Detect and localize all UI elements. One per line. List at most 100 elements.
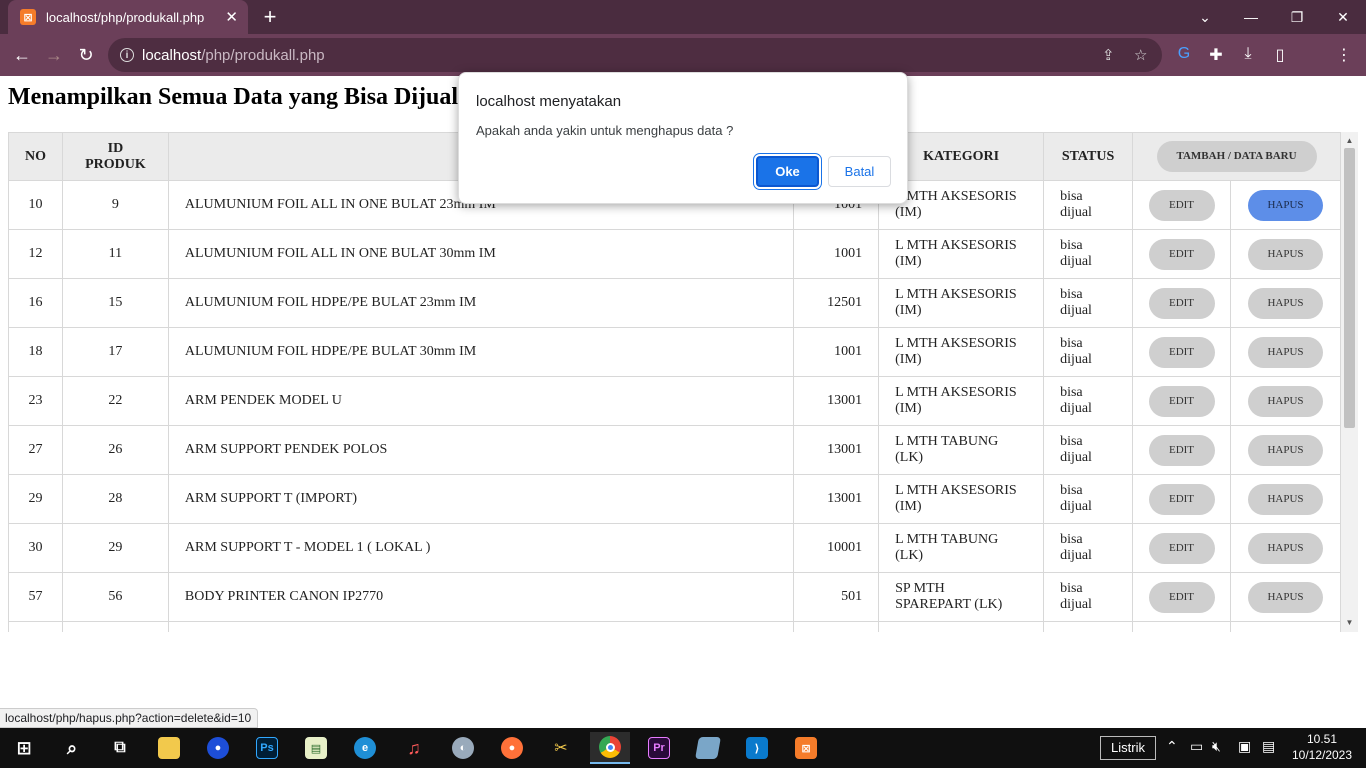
edit-button[interactable]: EDIT <box>1148 336 1215 368</box>
taskbar-app-3[interactable]: ✂ <box>541 732 581 764</box>
taskbar-music[interactable]: ♫ <box>394 732 434 764</box>
cell-id-produk: 26 <box>61 425 169 475</box>
cell-kategori: L MTH TABUNG (LK) <box>878 425 1045 475</box>
header-no: NO <box>8 132 63 181</box>
hapus-button[interactable]: HAPUS <box>1247 336 1323 368</box>
site-info-icon[interactable]: i <box>120 48 134 62</box>
reload-icon[interactable]: ↻ <box>73 42 99 68</box>
hapus-button[interactable]: HAPUS <box>1247 189 1323 221</box>
new-tab-button[interactable]: + <box>258 5 282 29</box>
side-panel-icon[interactable]: ▯ <box>1269 45 1291 67</box>
taskbar-photoshop[interactable]: Ps <box>247 732 287 764</box>
taskbar-xampp[interactable]: ⊠ <box>786 732 826 764</box>
search-button[interactable]: ⌕ <box>52 732 92 764</box>
scrollbar-thumb[interactable] <box>1344 148 1355 428</box>
page-title: Menampilkan Semua Data yang Bisa Dijual <box>8 84 459 110</box>
ok-button[interactable]: Oke <box>756 156 819 187</box>
add-new-data-button[interactable]: TAMBAH / DATA BARU <box>1156 141 1317 172</box>
start-button[interactable]: ⊞ <box>4 732 44 764</box>
cell-kategori: L MTH AKSESORIS (IM) <box>878 278 1045 328</box>
battery-icon[interactable]: ▭ <box>1190 738 1203 755</box>
browser-tab[interactable]: ⊠ localhost/php/produkall.php ✕ <box>8 0 248 34</box>
vscode-icon: ⟩ <box>746 737 768 759</box>
browser-tab-bar: ⊠ localhost/php/produkall.php ✕ + ⌄ — ❐ … <box>0 0 1366 34</box>
edit-button[interactable]: EDIT <box>1148 483 1215 515</box>
cell-status-text: bisa dijual <box>1060 238 1092 269</box>
edit-button[interactable]: EDIT <box>1148 189 1215 221</box>
cell-nama: BODY PRINTER CANON IP2770 <box>167 572 795 622</box>
notification-icon[interactable]: ▤ <box>1262 738 1275 755</box>
cell-nama: ALUMUNIUM FOIL HDPE/PE BULAT 30mm IM <box>167 327 795 377</box>
cell-hapus: HAPUS <box>1229 474 1341 524</box>
cell-kategori-text: L MTH TABUNG (LK) <box>895 434 999 465</box>
restore-icon[interactable]: ❐ <box>1274 0 1320 34</box>
forward-icon[interactable]: → <box>41 42 67 68</box>
taskbar-clock[interactable]: 10.51 10/12/2023 <box>1290 731 1354 763</box>
hapus-button[interactable]: HAPUS <box>1247 483 1323 515</box>
menu-kebab-icon[interactable]: ⋮ <box>1333 45 1355 67</box>
task-view-button[interactable]: ⧉ <box>100 732 140 764</box>
tab-search-icon[interactable]: ⌄ <box>1182 0 1228 34</box>
address-bar[interactable]: i localhost/php/produkall.php ⇪ ☆ <box>108 38 1162 72</box>
taskbar-vscode[interactable]: ⟩ <box>737 732 777 764</box>
taskbar-paint[interactable]: ◐ <box>443 732 483 764</box>
cell-status: bisa dijual <box>1043 180 1134 230</box>
tab-close-icon[interactable]: ✕ <box>225 8 238 26</box>
hapus-button[interactable]: HAPUS <box>1247 238 1323 270</box>
close-window-icon[interactable]: ✕ <box>1320 0 1366 34</box>
scroll-down-icon[interactable]: ▼ <box>1341 616 1358 630</box>
cell-status: bisa dijual <box>1043 425 1134 475</box>
cell-no: 12 <box>8 229 63 279</box>
bookmark-star-icon[interactable]: ☆ <box>1134 46 1147 64</box>
cell-nama: ARM SUPPORT T (IMPORT) <box>167 474 795 524</box>
cell-partial <box>61 621 169 632</box>
minimize-icon[interactable]: — <box>1228 0 1274 34</box>
cell-id-produk: 11 <box>61 229 169 279</box>
page-scrollbar[interactable]: ▲ ▼ <box>1341 132 1358 632</box>
cell-hapus: HAPUS <box>1229 572 1341 622</box>
cell-partial <box>167 621 795 632</box>
taskbar-file-explorer[interactable] <box>149 732 189 764</box>
taskbar-app-1[interactable]: ● <box>198 732 238 764</box>
cancel-button[interactable]: Batal <box>828 156 891 187</box>
extension-g-icon[interactable]: G <box>1173 45 1195 67</box>
hapus-button[interactable]: HAPUS <box>1247 385 1323 417</box>
volume-muted-icon[interactable]: 🔇︎ <box>1212 738 1221 755</box>
edit-button[interactable]: EDIT <box>1148 238 1215 270</box>
cell-edit: EDIT <box>1132 425 1231 475</box>
dialog-message: Apakah anda yakin untuk menghapus data ? <box>476 123 734 138</box>
download-icon[interactable]: ⤓ <box>1237 45 1259 67</box>
taskbar-premiere[interactable]: Pr <box>639 732 679 764</box>
edit-button[interactable]: EDIT <box>1148 434 1215 466</box>
back-icon[interactable]: ← <box>9 42 35 68</box>
cell-harga: 1001 <box>793 327 880 377</box>
xampp-favicon-icon: ⊠ <box>20 9 36 25</box>
extensions-puzzle-icon[interactable]: ✚ <box>1205 45 1227 67</box>
cell-kategori: SP MTH SPAREPART (LK) <box>878 572 1045 622</box>
show-hidden-icons-icon[interactable]: ⌃ <box>1166 738 1178 755</box>
hapus-button[interactable]: HAPUS <box>1247 581 1323 613</box>
network-icon[interactable]: ▣ <box>1238 738 1251 755</box>
xampp-icon: ⊠ <box>795 737 817 759</box>
cell-partial <box>8 621 63 632</box>
edit-button[interactable]: EDIT <box>1148 287 1215 319</box>
share-icon[interactable]: ⇪ <box>1102 46 1115 64</box>
taskbar-app-4[interactable] <box>688 732 728 764</box>
task-view-icon: ⧉ <box>114 739 126 756</box>
input-indicator[interactable]: Listrik <box>1100 736 1156 760</box>
cell-status: bisa dijual <box>1043 523 1134 573</box>
cell-kategori: L MTH AKSESORIS (IM) <box>878 474 1045 524</box>
taskbar-app-2[interactable]: ▤ <box>296 732 336 764</box>
edit-button[interactable]: EDIT <box>1148 532 1215 564</box>
header-id-produk: ID PRODUK <box>61 132 169 181</box>
taskbar-edge[interactable]: e <box>345 732 385 764</box>
edit-button[interactable]: EDIT <box>1148 385 1215 417</box>
hapus-button[interactable]: HAPUS <box>1247 532 1323 564</box>
taskbar-chrome[interactable] <box>590 732 630 764</box>
scroll-up-icon[interactable]: ▲ <box>1341 134 1358 148</box>
photoshop-icon: Ps <box>256 737 278 759</box>
edit-button[interactable]: EDIT <box>1148 581 1215 613</box>
hapus-button[interactable]: HAPUS <box>1247 287 1323 319</box>
taskbar-firefox[interactable]: ● <box>492 732 532 764</box>
hapus-button[interactable]: HAPUS <box>1247 434 1323 466</box>
